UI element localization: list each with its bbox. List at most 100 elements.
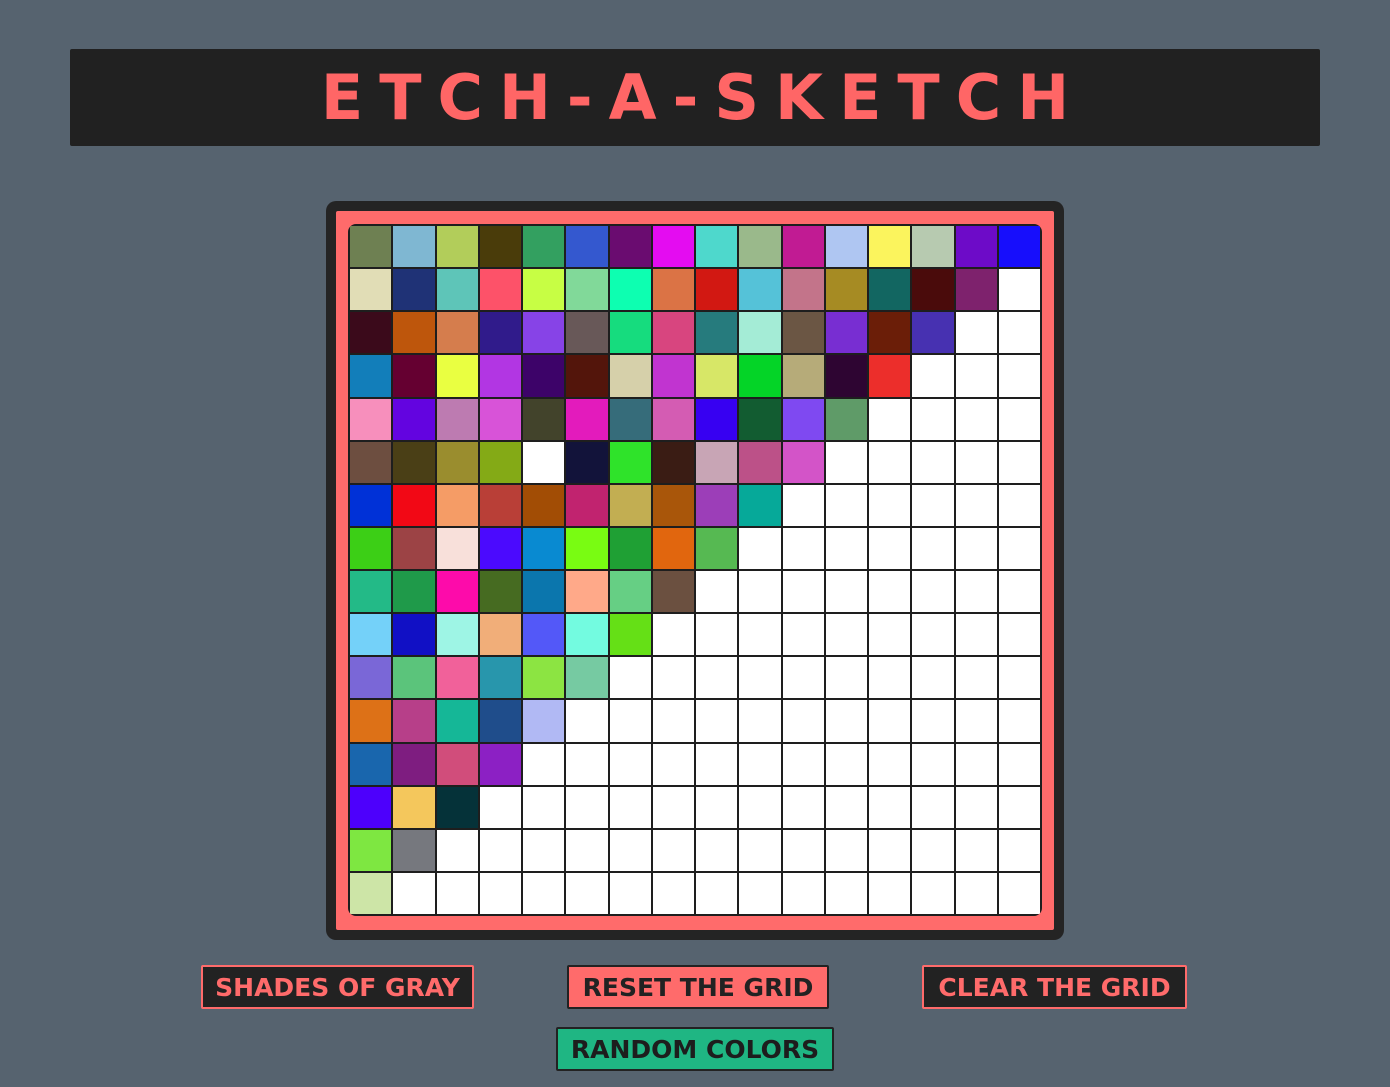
grid-cell[interactable] bbox=[479, 269, 521, 311]
grid-cell[interactable] bbox=[523, 786, 565, 828]
grid-cell[interactable] bbox=[825, 484, 867, 526]
grid-cell[interactable] bbox=[696, 226, 738, 268]
grid-cell[interactable] bbox=[998, 441, 1040, 483]
grid-cell[interactable] bbox=[696, 700, 738, 742]
grid-cell[interactable] bbox=[998, 269, 1040, 311]
grid-cell[interactable] bbox=[393, 700, 435, 742]
grid-cell[interactable] bbox=[739, 527, 781, 569]
grid-cell[interactable] bbox=[393, 829, 435, 871]
grid-cell[interactable] bbox=[998, 743, 1040, 785]
grid-cell[interactable] bbox=[825, 872, 867, 914]
grid-cell[interactable] bbox=[652, 743, 694, 785]
grid-cell[interactable] bbox=[436, 398, 478, 440]
grid-cell[interactable] bbox=[955, 700, 997, 742]
grid-cell[interactable] bbox=[436, 527, 478, 569]
grid-cell[interactable] bbox=[998, 829, 1040, 871]
grid-cell[interactable] bbox=[523, 743, 565, 785]
grid-cell[interactable] bbox=[696, 527, 738, 569]
grid-cell[interactable] bbox=[998, 226, 1040, 268]
grid-cell[interactable] bbox=[912, 527, 954, 569]
grid-cell[interactable] bbox=[912, 571, 954, 613]
grid-cell[interactable] bbox=[998, 527, 1040, 569]
grid-cell[interactable] bbox=[479, 484, 521, 526]
grid-cell[interactable] bbox=[782, 484, 824, 526]
grid-cell[interactable] bbox=[739, 312, 781, 354]
grid-cell[interactable] bbox=[696, 829, 738, 871]
grid-cell[interactable] bbox=[912, 355, 954, 397]
grid-cell[interactable] bbox=[912, 398, 954, 440]
grid-cell[interactable] bbox=[566, 312, 608, 354]
grid-cell[interactable] bbox=[436, 700, 478, 742]
grid-cell[interactable] bbox=[436, 312, 478, 354]
grid-cell[interactable] bbox=[479, 786, 521, 828]
grid-cell[interactable] bbox=[652, 527, 694, 569]
grid-cell[interactable] bbox=[566, 269, 608, 311]
grid-cell[interactable] bbox=[782, 872, 824, 914]
grid-cell[interactable] bbox=[825, 527, 867, 569]
grid-cell[interactable] bbox=[955, 226, 997, 268]
grid-cell[interactable] bbox=[912, 614, 954, 656]
grid-cell[interactable] bbox=[479, 700, 521, 742]
grid-cell[interactable] bbox=[652, 484, 694, 526]
grid-cell[interactable] bbox=[566, 786, 608, 828]
grid-cell[interactable] bbox=[350, 657, 392, 699]
grid-cell[interactable] bbox=[523, 484, 565, 526]
grid-cell[interactable] bbox=[652, 441, 694, 483]
grid-cell[interactable] bbox=[782, 700, 824, 742]
grid-cell[interactable] bbox=[609, 786, 651, 828]
grid-cell[interactable] bbox=[998, 484, 1040, 526]
grid-cell[interactable] bbox=[869, 614, 911, 656]
grid-cell[interactable] bbox=[696, 355, 738, 397]
grid-cell[interactable] bbox=[566, 614, 608, 656]
grid-cell[interactable] bbox=[825, 398, 867, 440]
grid-cell[interactable] bbox=[912, 829, 954, 871]
grid-cell[interactable] bbox=[566, 398, 608, 440]
grid-cell[interactable] bbox=[739, 226, 781, 268]
grid-cell[interactable] bbox=[912, 743, 954, 785]
grid-cell[interactable] bbox=[955, 441, 997, 483]
grid-cell[interactable] bbox=[609, 355, 651, 397]
grid-cell[interactable] bbox=[782, 657, 824, 699]
grid-cell[interactable] bbox=[609, 829, 651, 871]
grid-cell[interactable] bbox=[566, 743, 608, 785]
grid-cell[interactable] bbox=[436, 484, 478, 526]
grid-cell[interactable] bbox=[350, 441, 392, 483]
grid-cell[interactable] bbox=[523, 441, 565, 483]
grid-cell[interactable] bbox=[739, 872, 781, 914]
grid-cell[interactable] bbox=[609, 743, 651, 785]
grid-cell[interactable] bbox=[393, 527, 435, 569]
grid-cell[interactable] bbox=[869, 786, 911, 828]
grid-cell[interactable] bbox=[350, 571, 392, 613]
random-colors-button[interactable]: RANDOM COLORS bbox=[556, 1027, 834, 1071]
clear-grid-button[interactable]: CLEAR THE GRID bbox=[922, 965, 1187, 1009]
grid-cell[interactable] bbox=[955, 614, 997, 656]
grid-cell[interactable] bbox=[912, 312, 954, 354]
grid-cell[interactable] bbox=[782, 786, 824, 828]
grid-cell[interactable] bbox=[869, 355, 911, 397]
grid-cell[interactable] bbox=[998, 786, 1040, 828]
grid-cell[interactable] bbox=[479, 441, 521, 483]
grid-cell[interactable] bbox=[609, 872, 651, 914]
grid-cell[interactable] bbox=[609, 441, 651, 483]
grid-cell[interactable] bbox=[696, 441, 738, 483]
grid-cell[interactable] bbox=[393, 269, 435, 311]
grid-cell[interactable] bbox=[998, 700, 1040, 742]
grid-cell[interactable] bbox=[998, 571, 1040, 613]
grid-cell[interactable] bbox=[479, 355, 521, 397]
grid-cell[interactable] bbox=[652, 829, 694, 871]
grid-cell[interactable] bbox=[523, 657, 565, 699]
grid-cell[interactable] bbox=[479, 312, 521, 354]
grid-cell[interactable] bbox=[566, 829, 608, 871]
grid-cell[interactable] bbox=[609, 312, 651, 354]
grid-cell[interactable] bbox=[652, 872, 694, 914]
grid-cell[interactable] bbox=[523, 571, 565, 613]
grid-cell[interactable] bbox=[739, 269, 781, 311]
grid-cell[interactable] bbox=[782, 441, 824, 483]
grid-cell[interactable] bbox=[998, 355, 1040, 397]
grid-cell[interactable] bbox=[652, 226, 694, 268]
grid-cell[interactable] bbox=[696, 786, 738, 828]
grid-cell[interactable] bbox=[739, 571, 781, 613]
grid-cell[interactable] bbox=[350, 269, 392, 311]
grid-cell[interactable] bbox=[825, 312, 867, 354]
grid-cell[interactable] bbox=[393, 571, 435, 613]
